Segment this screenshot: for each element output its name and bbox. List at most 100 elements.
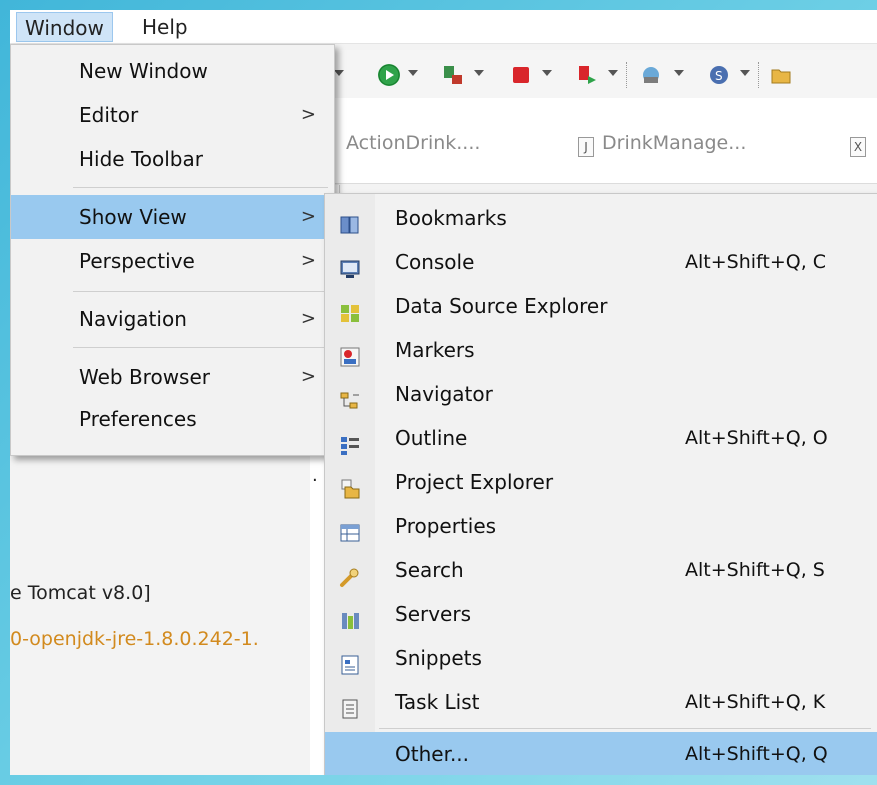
tab-actiondrink-label: ActionDrink.... xyxy=(346,132,481,154)
console-icon xyxy=(339,251,361,278)
editor-tabs: ActionDrink.... J DrinkManage... X xyxy=(330,98,877,184)
chevron-down-icon[interactable] xyxy=(740,70,750,76)
view-item-label: Servers xyxy=(395,602,472,626)
data-source-icon xyxy=(339,295,361,322)
new-spring-icon[interactable]: S xyxy=(708,64,730,86)
menu-window[interactable]: Window xyxy=(16,12,113,42)
chevron-right-icon: > xyxy=(300,206,316,227)
outline-icon xyxy=(339,427,361,455)
window-menu: New Window Editor > Hide Toolbar Show Vi… xyxy=(10,44,335,456)
new-server-icon[interactable] xyxy=(640,64,662,86)
view-item-shortcut: Alt+Shift+Q, S xyxy=(685,559,825,581)
view-item-properties[interactable]: Properties xyxy=(325,504,877,548)
menu-bar: Window Help xyxy=(10,10,877,44)
view-item-label: Snippets xyxy=(395,646,482,670)
view-item-label: Project Explorer xyxy=(395,470,554,494)
view-item-shortcut: Alt+Shift+Q, O xyxy=(685,427,828,449)
java-file-icon: J xyxy=(578,137,594,157)
toolbar-separator xyxy=(758,62,759,88)
chevron-down-icon[interactable] xyxy=(474,70,484,76)
jre-path-text: 0-openjdk-jre-1.8.0.242-1. xyxy=(10,628,259,650)
view-item-label: Task List xyxy=(395,690,480,714)
show-view-submenu: Bookmarks Console Alt+Shift+Q, C Data So… xyxy=(324,193,877,775)
menu-item-perspective[interactable]: Perspective > xyxy=(11,239,334,283)
view-item-label: Properties xyxy=(395,514,497,538)
view-item-label: Navigator xyxy=(395,382,493,406)
chevron-down-icon[interactable] xyxy=(542,70,552,76)
menu-item-preferences[interactable]: Preferences xyxy=(11,397,334,441)
open-folder-icon[interactable] xyxy=(770,64,792,86)
chevron-down-icon[interactable] xyxy=(334,70,344,76)
menu-help[interactable]: Help xyxy=(134,12,196,42)
menu-item-navigation[interactable]: Navigation > xyxy=(11,297,334,341)
view-item-shortcut: Alt+Shift+Q, Q xyxy=(685,743,828,765)
view-item-outline[interactable]: Outline Alt+Shift+Q, O xyxy=(325,416,877,460)
tab-actiondrink[interactable]: ActionDrink.... xyxy=(346,132,480,154)
tab-xml[interactable]: X xyxy=(850,132,874,157)
run-icon[interactable] xyxy=(378,64,400,86)
chevron-down-icon[interactable] xyxy=(674,70,684,76)
navigator-icon xyxy=(339,383,361,409)
view-item-label: Other... xyxy=(395,742,470,766)
properties-icon xyxy=(339,515,361,542)
main-toolbar: S xyxy=(330,50,877,98)
menu-item-web-browser[interactable]: Web Browser > xyxy=(11,355,334,399)
eclipse-window: Window Help S ActionDrink.... J DrinkMan… xyxy=(10,10,877,775)
menu-separator xyxy=(73,291,328,292)
servers-icon xyxy=(339,603,361,629)
menu-separator xyxy=(73,347,328,348)
menu-item-hide-toolbar[interactable]: Hide Toolbar xyxy=(11,137,334,181)
xml-file-icon: X xyxy=(850,137,866,157)
chevron-down-icon[interactable] xyxy=(608,70,618,76)
task-list-icon xyxy=(339,691,361,719)
menu-item-show-view[interactable]: Show View > xyxy=(11,195,334,239)
view-item-navigator[interactable]: Navigator xyxy=(325,372,877,416)
chevron-right-icon: > xyxy=(300,250,316,271)
menu-item-label: Show View xyxy=(79,205,187,229)
menu-item-new-window[interactable]: New Window xyxy=(11,49,334,93)
view-item-label: Bookmarks xyxy=(395,206,507,230)
chevron-right-icon: > xyxy=(300,366,316,387)
view-item-label: Console xyxy=(395,250,475,274)
view-item-search[interactable]: Search Alt+Shift+Q, S xyxy=(325,548,877,592)
view-item-servers[interactable]: Servers xyxy=(325,592,877,636)
view-item-shortcut: Alt+Shift+Q, K xyxy=(685,691,826,713)
view-item-task-list[interactable]: Task List Alt+Shift+Q, K xyxy=(325,680,877,724)
chevron-right-icon: > xyxy=(300,308,316,329)
chevron-right-icon: > xyxy=(300,104,316,125)
view-item-label: Outline xyxy=(395,426,468,450)
stop-icon[interactable] xyxy=(510,64,532,86)
search-icon xyxy=(339,559,361,587)
tab-drinkmanage-label: DrinkManage... xyxy=(602,132,747,154)
view-item-bookmarks[interactable]: Bookmarks xyxy=(325,196,877,240)
menu-item-label: Perspective xyxy=(79,249,195,273)
view-item-other[interactable]: Other... Alt+Shift+Q, Q xyxy=(325,732,877,775)
view-item-data-source-explorer[interactable]: Data Source Explorer xyxy=(325,284,877,328)
view-item-label: Markers xyxy=(395,338,475,362)
menu-item-label: Hide Toolbar xyxy=(79,147,203,171)
view-item-label: Data Source Explorer xyxy=(395,294,608,318)
view-item-snippets[interactable]: Snippets xyxy=(325,636,877,680)
menu-item-label: New Window xyxy=(79,59,208,83)
view-item-markers[interactable]: Markers xyxy=(325,328,877,372)
menu-item-label: Editor xyxy=(79,103,139,127)
view-item-project-explorer[interactable]: Project Explorer xyxy=(325,460,877,504)
external-tools-icon[interactable] xyxy=(576,64,598,86)
editor-fragment: . xyxy=(312,465,318,486)
view-item-shortcut: Alt+Shift+Q, C xyxy=(685,251,827,273)
snippets-icon xyxy=(339,647,361,675)
svg-text:S: S xyxy=(715,69,723,83)
toolbar-separator xyxy=(626,62,627,88)
bookmarks-icon xyxy=(339,207,361,234)
chevron-down-icon[interactable] xyxy=(408,70,418,76)
menu-separator xyxy=(73,187,328,188)
view-item-console[interactable]: Console Alt+Shift+Q, C xyxy=(325,240,877,284)
tab-drinkmanage[interactable]: J DrinkManage... xyxy=(578,132,746,157)
menu-item-label: Preferences xyxy=(79,407,197,431)
menu-item-label: Navigation xyxy=(79,307,187,331)
server-label: e Tomcat v8.0] xyxy=(10,582,151,604)
run-server-icon[interactable] xyxy=(442,64,464,86)
menu-item-editor[interactable]: Editor > xyxy=(11,93,334,137)
project-explorer-icon xyxy=(339,471,361,499)
menu-separator xyxy=(379,728,871,729)
